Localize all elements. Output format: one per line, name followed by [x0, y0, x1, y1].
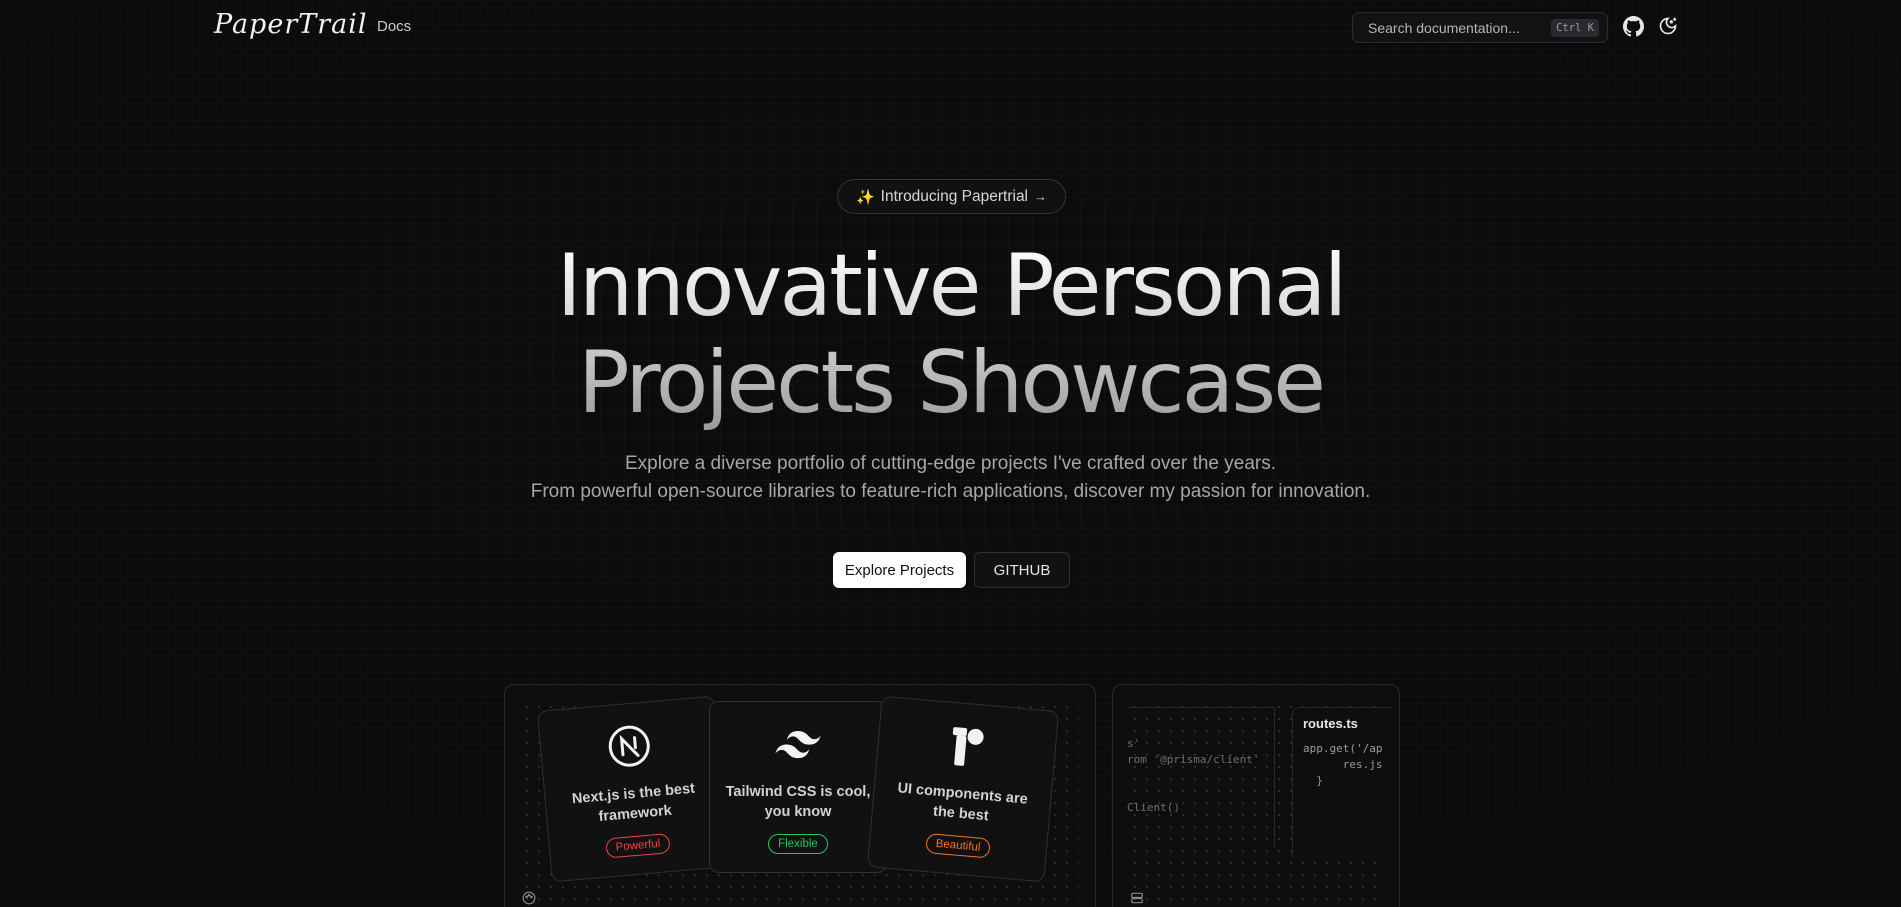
code-line: s'	[1127, 737, 1141, 750]
code-snippet: s' rom '@prisma/client' Client()	[1127, 707, 1275, 847]
feature-card-text: UI components are the best	[896, 780, 1029, 825]
file-name: routes.ts	[1303, 716, 1358, 731]
search-input[interactable]: Search documentation... Ctrl K	[1352, 12, 1608, 43]
theme-toggle-icon[interactable]	[1657, 15, 1679, 37]
file-code: app.get('/ap res.js }	[1303, 742, 1383, 787]
nav-link-docs[interactable]: Docs	[377, 18, 411, 35]
top-navbar: PaperTrail Docs Search documentation... …	[0, 0, 1901, 54]
hero-subtitle-line-2: From powerful open-source libraries to f…	[530, 481, 1371, 502]
server-icon	[1130, 891, 1144, 907]
hero-title-line-2: Projects Showcase	[577, 333, 1324, 433]
tag-badge: Beautiful	[924, 832, 992, 859]
routes-file-card: routes.ts app.get('/ap res.js }	[1292, 707, 1392, 857]
search-shortcut-badge: Ctrl K	[1551, 18, 1599, 37]
code-panel: s' rom '@prisma/client' Client() routes.…	[1112, 684, 1400, 907]
github-button[interactable]: GITHUB	[974, 552, 1070, 588]
arrow-right-icon: →	[1034, 189, 1048, 204]
tailwind-icon	[775, 722, 821, 766]
feature-card-text: Tailwind CSS is cool, you know	[725, 784, 871, 820]
site-logo[interactable]: PaperTrail	[214, 9, 368, 40]
search-placeholder: Search documentation...	[1368, 19, 1520, 36]
feature-card-nextjs[interactable]: Next.js is the best framework Powerful	[536, 695, 730, 883]
feature-card-ui-components[interactable]: UI components are the best Beautiful	[866, 695, 1060, 883]
hero-title: Innovative Personal Projects Showcase	[0, 238, 1901, 432]
explore-projects-button[interactable]: Explore Projects	[833, 552, 966, 588]
announcement-badge[interactable]: ✨ Introducing Papertrial →	[837, 179, 1066, 214]
sparkles-icon: ✨	[855, 188, 875, 206]
nextjs-icon	[605, 722, 653, 770]
feature-card-text: Next.js is the best framework	[571, 780, 696, 826]
tag-badge: Flexible	[768, 834, 828, 854]
code-line: rom '@prisma/client'	[1127, 753, 1260, 766]
palette-icon	[522, 891, 536, 907]
hero-subtitle: Explore a diverse portfolio of cutting-e…	[0, 450, 1901, 506]
github-icon[interactable]	[1622, 15, 1644, 37]
tag-badge: Powerful	[604, 832, 672, 859]
hero-title-line-1: Innovative Personal	[556, 236, 1345, 336]
hero-subtitle-line-1: Explore a diverse portfolio of cutting-e…	[624, 453, 1277, 474]
feature-card-tailwind[interactable]: Tailwind CSS is cool, you know Flexible	[709, 701, 887, 873]
announcement-text: Introducing Papertrial	[880, 187, 1029, 205]
features-panel: Next.js is the best framework Powerful T…	[504, 684, 1096, 907]
code-line: Client()	[1127, 801, 1180, 814]
ui-components-icon	[948, 723, 986, 770]
